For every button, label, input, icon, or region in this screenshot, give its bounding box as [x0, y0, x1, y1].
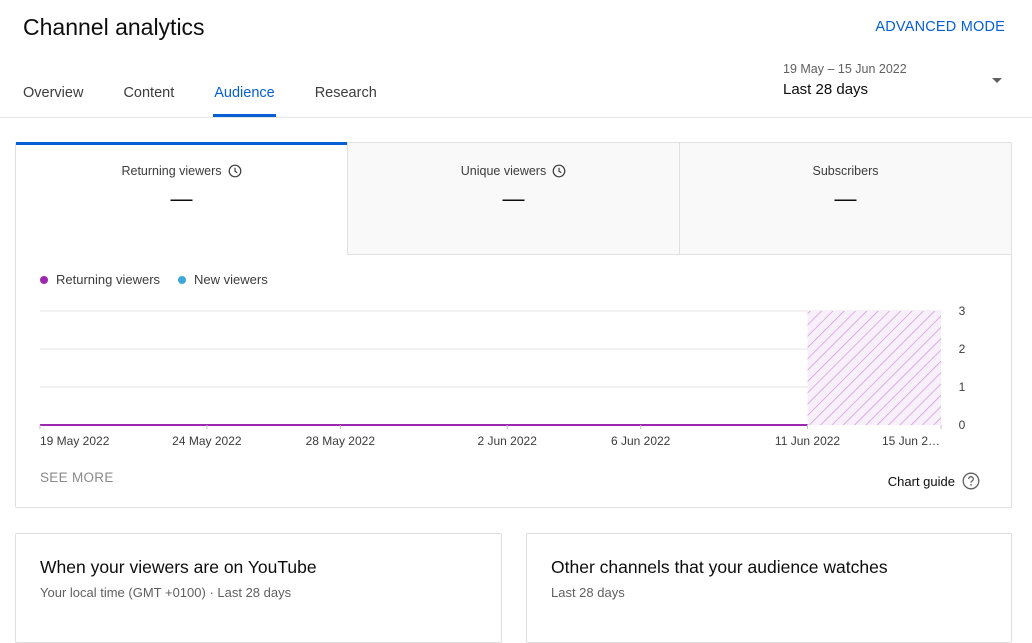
- dropdown-caret-icon: [992, 78, 1002, 83]
- advanced-mode-button[interactable]: ADVANCED MODE: [875, 19, 1005, 35]
- date-range-label: Last 28 days: [783, 81, 869, 98]
- see-more-button[interactable]: SEE MORE: [40, 470, 114, 485]
- x-tick-label: 2 Jun 2022: [477, 434, 537, 448]
- card-title: Other channels that your audience watche…: [551, 557, 888, 577]
- y-tick-label: 3: [959, 304, 966, 318]
- y-tick-label: 2: [959, 342, 966, 356]
- tab-bar: Overview Content Audience Research: [23, 74, 417, 118]
- other-channels-card: Other channels that your audience watche…: [526, 533, 1012, 643]
- x-tick-label: 19 May 2022: [40, 434, 110, 448]
- x-tick-label: 6 Jun 2022: [611, 434, 671, 448]
- card-title: When your viewers are on YouTube: [40, 557, 317, 577]
- chart-guide-label: Chart guide: [887, 473, 955, 489]
- tab-research[interactable]: Research: [315, 74, 377, 118]
- card-subtitle: Your local time (GMT +0100) · Last 28 da…: [40, 585, 292, 600]
- x-tick-label: 15 Jun 2…: [882, 434, 940, 448]
- audience-chart-card: Returning viewers — Unique viewers — Sub…: [15, 142, 1012, 508]
- date-range-picker[interactable]: 19 May – 15 Jun 2022 Last 28 days: [783, 62, 1008, 102]
- y-tick-label: 1: [959, 380, 966, 394]
- y-tick-label: 0: [959, 418, 966, 432]
- date-range-text: 19 May – 15 Jun 2022: [783, 62, 907, 76]
- tab-overview[interactable]: Overview: [23, 74, 83, 118]
- x-tick-label: 28 May 2022: [306, 434, 376, 448]
- x-tick-label: 24 May 2022: [172, 434, 242, 448]
- tab-content[interactable]: Content: [123, 74, 174, 118]
- chart-guide-button[interactable]: Chart guide: [888, 472, 980, 490]
- audience-chart: 19 May 2022 24 May 2022 28 May 2022 2 Jun 2…: [39, 304, 966, 448]
- tab-audience[interactable]: Audience: [213, 74, 277, 118]
- x-tick-label: 11 Jun 2022: [775, 434, 840, 448]
- incomplete-data-area: [807, 311, 941, 425]
- help-icon: [962, 472, 980, 490]
- card-subtitle: Last 28 days: [551, 585, 625, 600]
- viewers-on-youtube-card: When your viewers are on YouTube Your lo…: [15, 533, 502, 643]
- header-divider: [0, 117, 1032, 118]
- page-title: Channel analytics: [23, 14, 205, 40]
